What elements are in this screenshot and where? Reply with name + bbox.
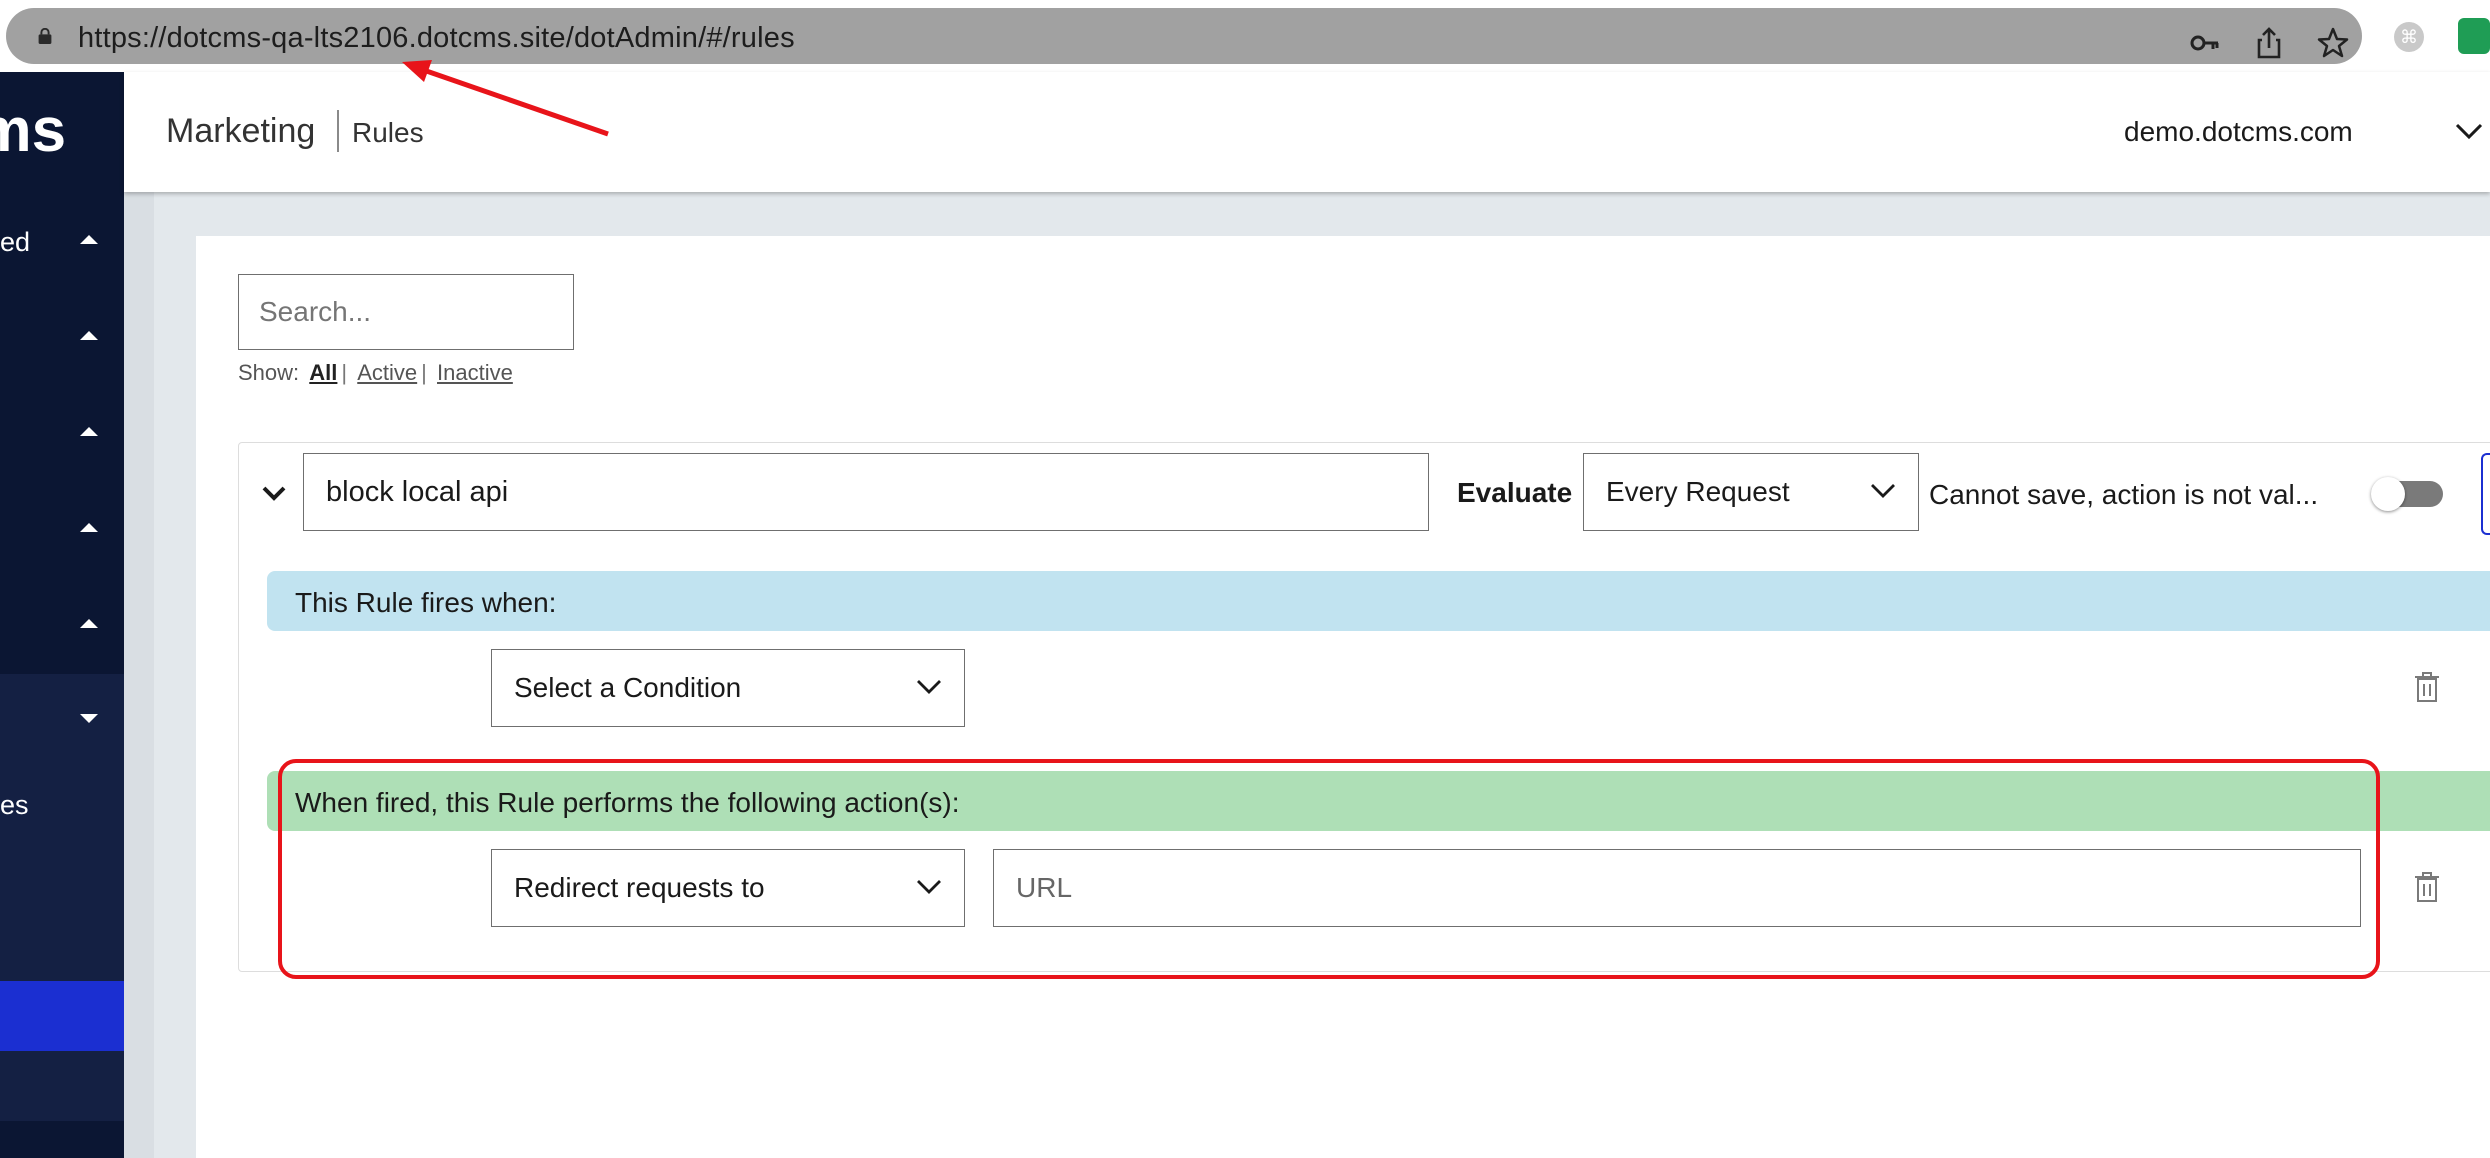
- chevron-down-icon[interactable]: [261, 485, 287, 503]
- chevron-down-icon[interactable]: [2454, 120, 2484, 142]
- caret-down-icon: [80, 714, 98, 723]
- evaluate-select[interactable]: Every Request: [1583, 453, 1919, 531]
- caret-up-icon: [80, 331, 98, 340]
- key-icon[interactable]: [2188, 26, 2222, 60]
- rule-enabled-toggle[interactable]: [2371, 477, 2443, 511]
- breadcrumb-portlet[interactable]: Marketing: [166, 112, 315, 151]
- condition-select[interactable]: Select a Condition: [491, 649, 965, 727]
- site-selector[interactable]: demo.dotcms.com: [2124, 116, 2353, 148]
- filter-separator: |: [341, 360, 348, 385]
- sidebar: cms ed es: [0, 72, 124, 1158]
- trash-icon[interactable]: [2413, 871, 2441, 903]
- conditions-banner-text: This Rule fires when:: [295, 587, 557, 618]
- search-input[interactable]: [238, 274, 574, 350]
- filter-inactive-link[interactable]: Inactive: [437, 360, 513, 385]
- browser-toolbar: https://dotcms-qa-lts2106.dotcms.site/do…: [0, 0, 2490, 72]
- trash-icon[interactable]: [2413, 671, 2441, 703]
- evaluate-label: Evaluate: [1457, 477, 1573, 508]
- address-bar[interactable]: https://dotcms-qa-lts2106.dotcms.site/do…: [6, 8, 2362, 64]
- filter-bar: Show: All | Active | Inactive: [238, 360, 517, 386]
- sidebar-item-5[interactable]: [0, 597, 124, 657]
- filter-separator: |: [421, 360, 427, 385]
- sidebar-item-label: ed: [0, 227, 31, 257]
- chevron-down-icon: [1871, 484, 1895, 498]
- extension-icon[interactable]: ⌘: [2394, 22, 2424, 52]
- evaluate-select-value: Every Request: [1606, 476, 1790, 507]
- filter-all-link[interactable]: All: [309, 360, 337, 385]
- url-text[interactable]: https://dotcms-qa-lts2106.dotcms.site/do…: [78, 22, 795, 55]
- caret-up-icon: [80, 523, 98, 532]
- sidebar-submenu: es: [0, 674, 124, 1158]
- toggle-knob: [2371, 477, 2405, 511]
- sidebar-item-3[interactable]: [0, 405, 124, 465]
- sidebar-subitem-label: es: [0, 790, 29, 820]
- annotation-arrow: [402, 60, 609, 137]
- annotation-highlight-box: [278, 759, 2380, 979]
- caret-up-icon: [80, 427, 98, 436]
- show-label: Show:: [238, 360, 300, 385]
- share-icon[interactable]: [2252, 26, 2286, 60]
- lock-icon: [38, 28, 52, 44]
- dotcms-logo[interactable]: cms: [0, 95, 66, 166]
- star-icon[interactable]: [2316, 26, 2350, 60]
- sidebar-subitem[interactable]: es: [0, 776, 124, 836]
- breadcrumb-separator: [337, 110, 339, 152]
- sidebar-item-active[interactable]: [0, 981, 124, 1051]
- content-gutter: [124, 192, 154, 1158]
- rules-panel: Show: All| Active| Inactive Evaluate Eve…: [196, 236, 2490, 1158]
- sidebar-item-6[interactable]: [0, 692, 124, 752]
- caret-up-icon: [80, 235, 98, 244]
- filter-active-link[interactable]: Active: [357, 360, 417, 385]
- rule-menu-button[interactable]: [2481, 453, 2490, 535]
- sidebar-item-4[interactable]: [0, 501, 124, 561]
- rule-name-input[interactable]: [303, 453, 1429, 531]
- conditions-banner: This Rule fires when:: [267, 571, 2490, 631]
- rule-warning-text: Cannot save, action is not val...: [1929, 479, 2319, 510]
- chevron-down-icon: [917, 680, 941, 694]
- sidebar-footer: [0, 1121, 124, 1158]
- extension-green-icon[interactable]: [2458, 18, 2490, 54]
- sidebar-item-1[interactable]: ed: [0, 213, 124, 273]
- sidebar-item-2[interactable]: [0, 309, 124, 369]
- condition-select-value: Select a Condition: [514, 672, 742, 703]
- caret-up-icon: [80, 619, 98, 628]
